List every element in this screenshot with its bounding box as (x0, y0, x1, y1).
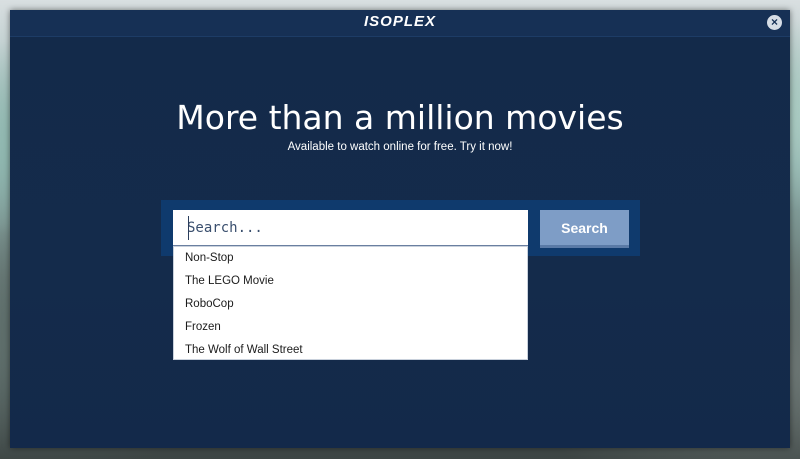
search-button[interactable]: Search (540, 210, 629, 245)
text-caret (188, 216, 189, 240)
app-window: ISOPLEX × More than a million movies Ava… (10, 10, 790, 448)
suggestion-item[interactable]: The LEGO Movie (174, 270, 527, 293)
search-input[interactable] (173, 210, 528, 246)
suggestion-item[interactable]: Non-Stop (174, 247, 527, 270)
suggestion-item[interactable]: Frozen (174, 316, 527, 339)
hero-title: More than a million movies (176, 98, 624, 137)
app-logo: ISOPLEX (363, 13, 437, 30)
suggestion-item[interactable]: The Wolf of Wall Street (174, 339, 527, 362)
close-icon[interactable]: × (767, 15, 782, 30)
suggestion-item[interactable]: RoboCop (174, 293, 527, 316)
title-bar: ISOPLEX × (10, 10, 790, 37)
suggestion-dropdown: Non-Stop The LEGO Movie RoboCop Frozen T… (173, 246, 528, 360)
hero-subtitle: Available to watch online for free. Try … (287, 141, 513, 153)
